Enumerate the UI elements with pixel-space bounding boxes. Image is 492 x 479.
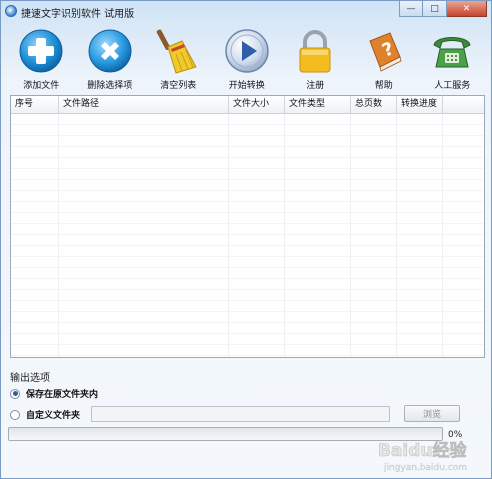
- remove-selected-button[interactable]: 删除选择项: [76, 25, 145, 93]
- close-button[interactable]: ✕: [447, 1, 487, 17]
- output-options-title: 输出选项: [10, 373, 50, 384]
- browse-button[interactable]: 浏览: [404, 405, 460, 422]
- main-window: 捷速文字识别软件 试用版 — □ ✕ 添加文件 删除选择项 清空列表 开始转换 …: [0, 0, 492, 479]
- file-list-table[interactable]: 序号 文件路径 文件大小 文件类型 总页数 转换进度: [10, 95, 485, 358]
- remove-selected-label: 删除选择项: [87, 81, 133, 91]
- register-label: 注册: [306, 81, 325, 91]
- watermark-text: Baidu经验: [378, 440, 468, 461]
- custom-folder-option[interactable]: 自定义文件夹: [10, 408, 80, 421]
- x-circle-icon: [88, 29, 132, 73]
- customer-service-button[interactable]: 人工服务: [418, 25, 487, 93]
- baidu-jingyan-watermark: Baidu经验 jingyan.baidu.com: [378, 440, 468, 473]
- column-header-pages[interactable]: 总页数: [351, 96, 397, 114]
- help-button[interactable]: ? 帮助: [350, 25, 419, 93]
- play-circle-icon: [225, 29, 269, 73]
- custom-folder-path-input[interactable]: [91, 406, 390, 422]
- column-header-index[interactable]: 序号: [11, 96, 59, 114]
- custom-folder-radio[interactable]: [10, 409, 20, 420]
- register-button[interactable]: 注册: [281, 25, 350, 93]
- help-book-icon: ?: [369, 32, 402, 72]
- broom-icon: [157, 29, 197, 74]
- window-controls: — □ ✕: [399, 1, 487, 17]
- telephone-icon: [433, 37, 471, 68]
- plus-circle-icon: [19, 29, 63, 73]
- table-row-lines: [11, 114, 484, 357]
- add-file-button[interactable]: 添加文件: [7, 25, 76, 93]
- column-header-filler: [443, 96, 484, 114]
- clear-list-button[interactable]: 清空列表: [144, 25, 213, 93]
- column-header-progress[interactable]: 转换进度: [397, 96, 443, 114]
- lock-icon: [299, 30, 331, 73]
- column-header-path[interactable]: 文件路径: [59, 96, 229, 114]
- add-file-label: 添加文件: [23, 81, 60, 91]
- save-original-option[interactable]: 保存在原文件夹内: [10, 387, 98, 400]
- customer-service-label: 人工服务: [434, 81, 471, 91]
- start-convert-button[interactable]: 开始转换: [213, 25, 282, 93]
- window-title: 捷速文字识别软件 试用版: [21, 9, 135, 20]
- custom-folder-label: 自定义文件夹: [26, 411, 81, 421]
- toolbar: 添加文件 删除选择项 清空列表 开始转换 注册 ? 帮助 人工服务: [7, 25, 487, 93]
- column-header-type[interactable]: 文件类型: [285, 96, 351, 114]
- minimize-button[interactable]: —: [399, 1, 423, 17]
- table-header: 序号 文件路径 文件大小 文件类型 总页数 转换进度: [11, 96, 484, 114]
- save-original-label: 保存在原文件夹内: [26, 390, 99, 400]
- app-logo-icon: [5, 5, 17, 17]
- maximize-button[interactable]: □: [423, 1, 447, 17]
- clear-list-label: 清空列表: [160, 81, 197, 91]
- start-convert-label: 开始转换: [228, 81, 265, 91]
- save-original-radio[interactable]: [10, 388, 20, 399]
- column-header-size[interactable]: 文件大小: [229, 96, 285, 114]
- title-bar[interactable]: 捷速文字识别软件 试用版 — □ ✕: [1, 1, 491, 21]
- watermark-subtext: jingyan.baidu.com: [383, 463, 467, 473]
- help-label: 帮助: [374, 81, 393, 91]
